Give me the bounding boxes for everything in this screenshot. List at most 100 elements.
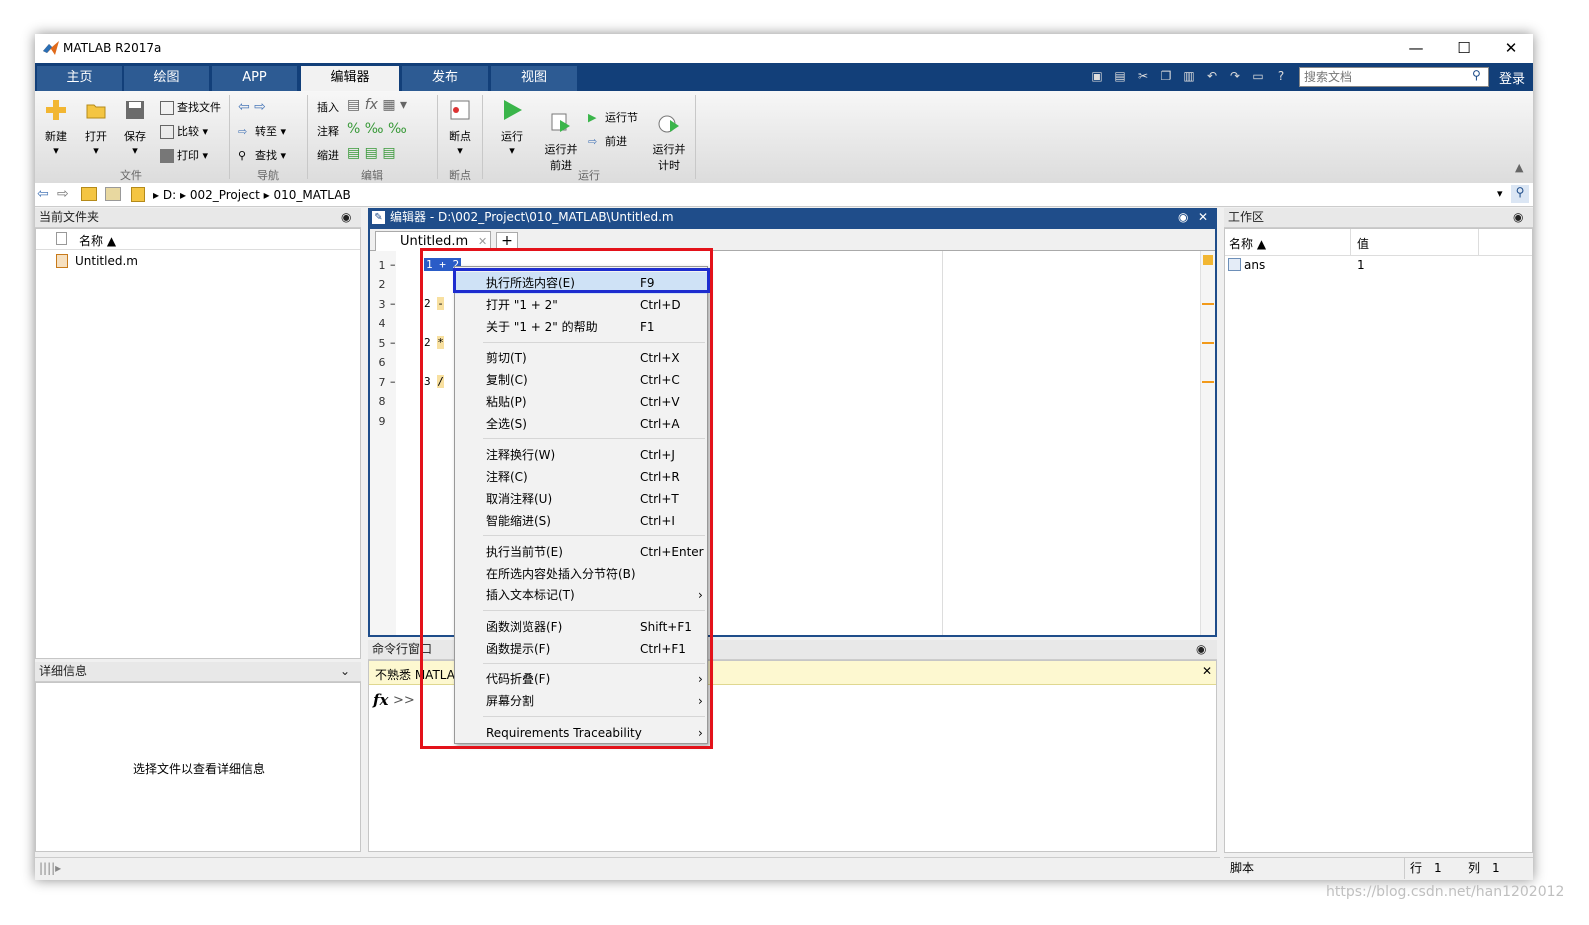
search-icon[interactable]: ⚲ [1472, 68, 1481, 82]
insert-tools-icon[interactable]: ▤ fx ▦ ▾ [347, 97, 407, 113]
status-row-label: 行 [1410, 861, 1423, 875]
magnifier-icon: ⚲ [238, 149, 247, 162]
nav-back-forward-icon[interactable]: ⇦ ⇨ [238, 99, 266, 115]
workspace-menu-icon[interactable]: ◉ [1513, 208, 1523, 227]
notice-close-icon[interactable]: ✕ [1202, 664, 1212, 678]
blue-highlight-box [453, 268, 710, 293]
tab-apps[interactable]: APP [212, 66, 297, 91]
save-icon [126, 101, 144, 119]
quick-redo-icon[interactable]: ↷ [1225, 67, 1245, 85]
maximize-button[interactable]: ☐ [1449, 38, 1479, 58]
file-item[interactable]: Untitled.m [75, 254, 138, 268]
variable-icon [1228, 258, 1241, 271]
breakpoint-dash[interactable]: – [390, 297, 396, 310]
breakpoints-group-label: 断点 [449, 169, 471, 182]
m-file-icon [56, 254, 68, 268]
file-group-label: 文件 [120, 169, 142, 182]
editor-pencil-icon: ✎ [372, 211, 385, 224]
up-folder-icon[interactable] [81, 187, 97, 201]
breadcrumb-folder1[interactable]: 002_Project [190, 188, 260, 202]
back-icon[interactable]: ⇦ [37, 186, 49, 202]
run-group-label: 运行 [578, 169, 600, 182]
quick-save-icon[interactable]: ▤ [1110, 67, 1130, 85]
ribbon-editor: 新建 ▾ 打开 ▾ 保存 ▾ 查找文件 比较 ▾ 打印 ▾ 文件 ⇦ ⇨ ⇨ 转至 ▾ … [35, 91, 1533, 183]
command-menu-icon[interactable]: ◉ [1196, 640, 1206, 659]
close-button[interactable]: ✕ [1496, 38, 1526, 58]
status-row: 1 [1434, 861, 1442, 875]
tab-plots[interactable]: 绘图 [124, 66, 209, 91]
warning-marker[interactable] [1202, 342, 1214, 344]
login-link[interactable]: 登录 [1499, 68, 1525, 87]
tab-home[interactable]: 主页 [37, 66, 122, 91]
collapse-ribbon-icon[interactable]: ▲ [1515, 161, 1523, 174]
workspace-col-value[interactable]: 值 [1357, 235, 1369, 252]
quick-paste-icon[interactable]: ▥ [1179, 67, 1199, 85]
open-button[interactable]: 打开 ▾ [81, 99, 111, 157]
save-button[interactable]: 保存 ▾ [120, 99, 150, 157]
address-search-icon[interactable]: ⚲ [1511, 185, 1529, 203]
warning-indicator-icon[interactable] [1203, 255, 1213, 265]
quick-doc-icon[interactable]: ▣ [1087, 67, 1107, 85]
warning-marker[interactable] [1202, 381, 1214, 383]
editor-menu-icon[interactable]: ◉ [1178, 208, 1188, 227]
browse-folder-icon[interactable] [105, 187, 121, 201]
quick-cut-icon[interactable]: ✂ [1133, 67, 1153, 85]
tab-editor[interactable]: 编辑器 [301, 66, 399, 91]
panel-menu-icon[interactable]: ◉ [341, 208, 351, 227]
command-prompt: >> [393, 693, 415, 708]
search-docs-input[interactable]: 搜索文档 [1299, 67, 1489, 87]
col-name-header[interactable]: 名称 ▲ [79, 232, 116, 249]
status-bar-right: 脚本 行 1 列 1 [1224, 857, 1533, 879]
print-button[interactable]: 打印 ▾ [160, 147, 208, 163]
compare-button[interactable]: 比较 ▾ [160, 123, 208, 139]
breadcrumb-folder2[interactable]: 010_MATLAB [273, 188, 350, 202]
quick-undo-icon[interactable]: ↶ [1202, 67, 1222, 85]
resize-grip-icon[interactable]: ||||▸ [39, 861, 61, 875]
run-button[interactable]: 运行 ▾ [496, 99, 528, 157]
address-bar: ⇦ ⇨ ▸ D: ▸ 002_Project ▸ 010_MATLAB ▾ ⚲ [35, 183, 1533, 207]
plus-icon [46, 100, 66, 120]
tab-publish[interactable]: 发布 [402, 66, 488, 91]
find-files-button[interactable]: 查找文件 [160, 99, 221, 115]
print-icon [160, 149, 174, 163]
new-button[interactable]: 新建 ▾ [41, 99, 71, 157]
insert-button[interactable]: 插入 [317, 99, 339, 115]
find-button[interactable]: ⚲ 查找 ▾ [238, 147, 286, 163]
indent-tools-icon[interactable]: ▤ ▤ ▤ [347, 145, 396, 161]
address-dropdown-icon[interactable]: ▾ [1497, 187, 1503, 200]
breakpoints-button[interactable]: 断点 ▾ [444, 99, 476, 157]
comment-percent-icon[interactable]: % ‰ ‰ [347, 121, 407, 137]
quick-window-icon[interactable]: ▭ [1248, 67, 1268, 85]
indent-button[interactable]: 缩进 [317, 147, 339, 163]
run-section-button[interactable]: ▶ 运行节 [588, 109, 638, 125]
breakpoint-dash[interactable]: – [390, 336, 396, 349]
quick-copy-icon[interactable]: ❐ [1156, 67, 1176, 85]
status-bar-left: ||||▸ [35, 857, 1220, 879]
chevron-down-icon[interactable]: ⌄ [340, 662, 350, 681]
breakpoint-dash[interactable]: – [390, 375, 396, 388]
find-files-icon [160, 101, 174, 115]
details-panel: 选择文件以查看详细信息 [35, 682, 361, 852]
editor-title-bar: ✎ 编辑器 - D:\002_Project\010_MATLAB\Untitl… [368, 208, 1217, 227]
breakpoints-icon [450, 100, 470, 120]
fx-icon[interactable]: fx [373, 691, 388, 709]
warning-marker[interactable] [1202, 303, 1214, 305]
goto-icon: ⇨ [238, 125, 248, 138]
workspace-var-name[interactable]: ans [1244, 258, 1265, 272]
editor-close-icon[interactable]: ✕ [1198, 208, 1208, 227]
comment-button[interactable]: 注释 [317, 123, 339, 139]
ribbon-tab-bar: 主页 绘图 APP 编辑器 发布 视图 ▣ ▤ ✂ ❐ ▥ ↶ ↷ ▭? 搜索文档 ⚲ 登录 [35, 63, 1533, 91]
minimize-button[interactable]: — [1401, 38, 1431, 58]
advance-button[interactable]: ⇨ 前进 [588, 133, 627, 149]
quick-help-icon[interactable]: ? [1271, 67, 1291, 85]
tab-view[interactable]: 视图 [491, 66, 577, 91]
window-title: MATLAB R2017a [63, 41, 162, 55]
edit-group-label: 编辑 [361, 169, 383, 182]
workspace-col-name[interactable]: 名称 ▲ [1229, 235, 1266, 252]
matlab-window: MATLAB R2017a — ☐ ✕ 主页 绘图 APP 编辑器 发布 视图 … [35, 34, 1533, 880]
breadcrumb-drive[interactable]: D: [163, 188, 176, 202]
breakpoint-dash[interactable]: – [390, 258, 396, 271]
goto-button[interactable]: ⇨ 转至 ▾ [238, 123, 286, 139]
file-header-icon [56, 232, 67, 245]
forward-icon[interactable]: ⇨ [57, 186, 69, 202]
